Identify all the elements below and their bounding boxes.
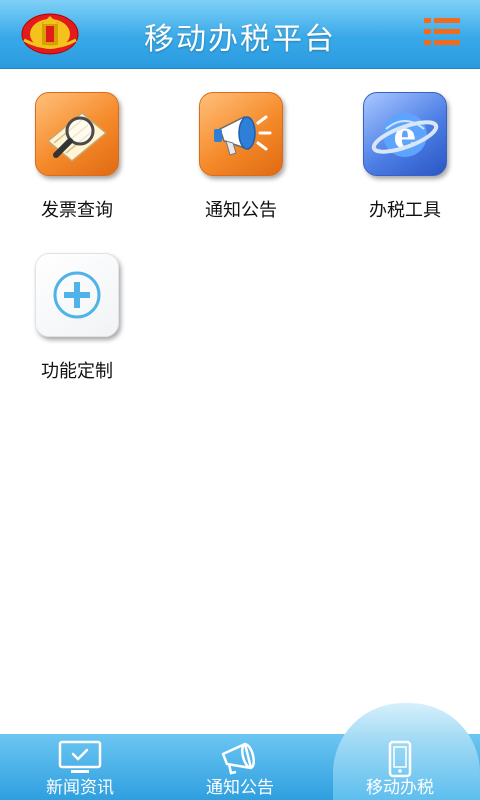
tab-mobile-tax[interactable]: 移动办税 bbox=[320, 734, 480, 800]
megaphone-icon bbox=[199, 92, 283, 176]
tile-label: 通知公告 bbox=[205, 200, 277, 221]
tab-label: 新闻资讯 bbox=[46, 778, 114, 798]
app-header: 移动办税平台 bbox=[0, 0, 480, 69]
tile-label: 发票查询 bbox=[41, 200, 113, 221]
tab-label: 通知公告 bbox=[206, 778, 274, 798]
internet-explorer-icon: e bbox=[363, 92, 447, 176]
tab-label: 移动办税 bbox=[366, 778, 434, 798]
tile-label: 功能定制 bbox=[41, 361, 113, 382]
tile-notice[interactable]: 通知公告 bbox=[181, 92, 301, 242]
page-title: 移动办税平台 bbox=[144, 22, 336, 57]
tile-customize[interactable]: 功能定制 bbox=[17, 253, 137, 403]
menu-list-icon[interactable] bbox=[424, 15, 460, 49]
plus-circle-icon bbox=[35, 253, 119, 337]
tile-label: 办税工具 bbox=[369, 200, 441, 221]
magnifier-document-icon bbox=[35, 92, 119, 176]
tile-tax-tools[interactable]: e 办税工具 bbox=[345, 92, 465, 242]
tab-notice[interactable]: 通知公告 bbox=[160, 734, 320, 800]
tab-news[interactable]: 新闻资讯 bbox=[0, 734, 160, 800]
tile-invoice-query[interactable]: 发票查询 bbox=[17, 92, 137, 242]
